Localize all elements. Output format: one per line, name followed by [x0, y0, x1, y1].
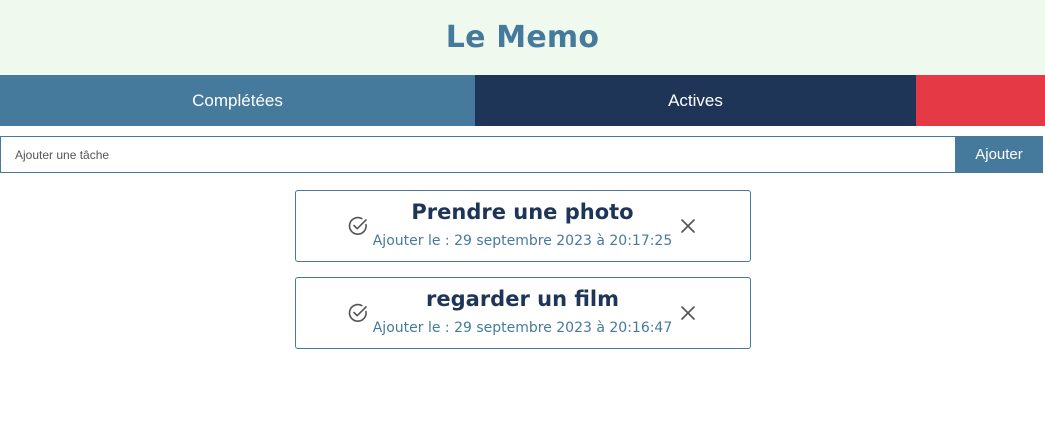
tab-completed[interactable]: Complétées	[0, 75, 475, 126]
close-icon[interactable]	[679, 217, 697, 235]
task-list: Prendre une photo Ajouter le : 29 septem…	[0, 190, 1045, 364]
add-task-button[interactable]: Ajouter	[955, 136, 1043, 173]
task-card: Prendre une photo Ajouter le : 29 septem…	[294, 190, 751, 262]
task-card: regarder un film Ajouter le : 29 septemb…	[294, 277, 751, 349]
task-title: regarder un film	[426, 287, 619, 311]
app-header: Le Memo	[0, 0, 1045, 75]
task-title: Prendre une photo	[411, 200, 634, 224]
app-title: Le Memo	[445, 20, 600, 55]
task-input[interactable]	[0, 136, 955, 173]
task-body: Prendre une photo Ajouter le : 29 septem…	[366, 197, 680, 251]
task-date: Ajouter le : 29 septembre 2023 à 20:16:4…	[372, 320, 673, 336]
task-date: Ajouter le : 29 septembre 2023 à 20:17:2…	[372, 233, 673, 249]
add-task-row: Ajouter	[0, 136, 1043, 173]
tab-delete[interactable]	[916, 75, 1045, 126]
filter-tabs: Complétées Actives	[0, 75, 1045, 126]
close-icon[interactable]	[679, 304, 697, 322]
task-body: regarder un film Ajouter le : 29 septemb…	[366, 284, 680, 338]
tab-active[interactable]: Actives	[475, 75, 916, 126]
